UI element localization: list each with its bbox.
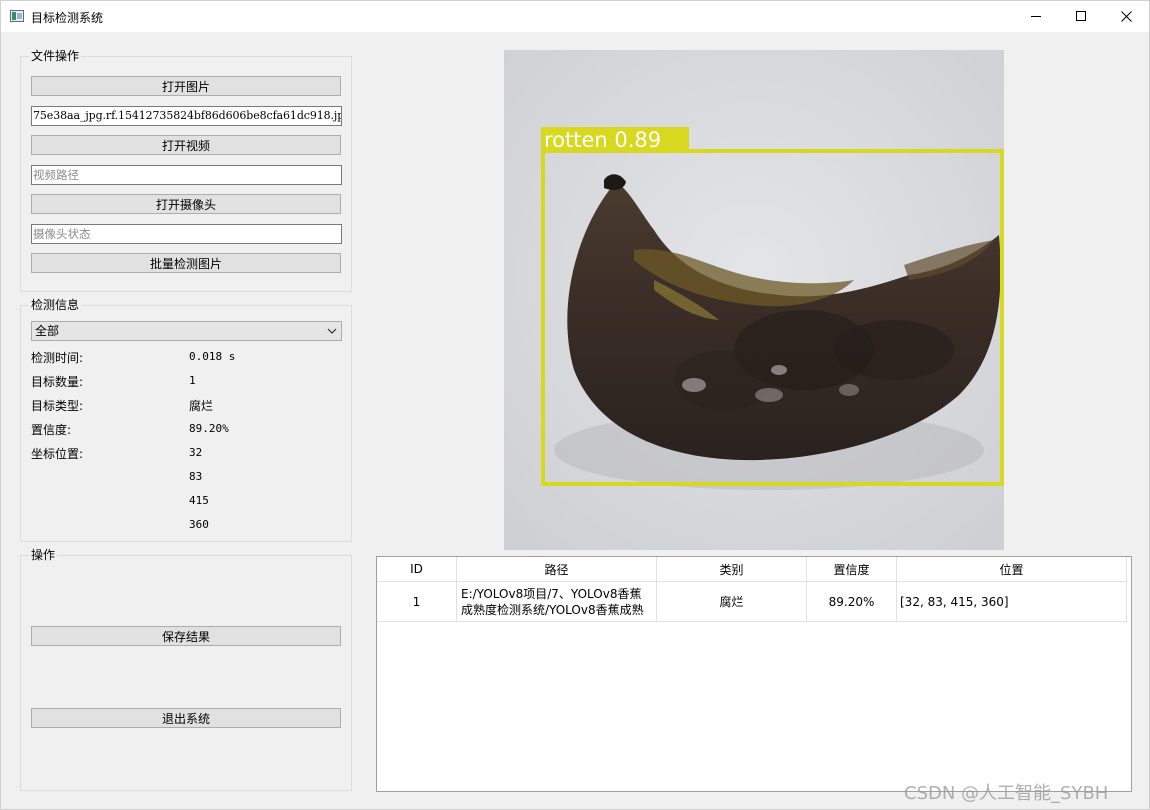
cell-id[interactable]: 1	[377, 582, 457, 622]
column-header-id[interactable]: ID	[377, 557, 457, 582]
image-path-field[interactable]: 75e38aa_jpg.rf.15412735824bf86d606be8cfa…	[31, 106, 342, 126]
cell-confidence[interactable]: 89.20%	[807, 582, 897, 622]
detection-label: rotten 0.89	[544, 128, 661, 152]
maximize-button[interactable]	[1058, 1, 1104, 32]
confidence-label: 置信度:	[31, 423, 72, 437]
confidence-value: 89.20%	[189, 422, 229, 435]
type-label: 目标类型:	[31, 399, 84, 413]
count-label: 目标数量:	[31, 375, 84, 389]
app-icon	[10, 10, 24, 22]
minimize-button[interactable]	[1013, 1, 1059, 32]
type-value: 腐烂	[189, 399, 214, 413]
count-value: 1	[189, 374, 196, 387]
column-header-position[interactable]: 位置	[897, 557, 1127, 582]
cell-path-text: E:/YOLOv8项目/7、YOLOv8香蕉成熟度检测系统/YOLOv8香蕉成熟…	[461, 586, 644, 617]
cell-class[interactable]: 腐烂	[657, 582, 807, 622]
cell-position[interactable]: [32, 83, 415, 360]	[897, 582, 1127, 622]
position-y2: 360	[189, 518, 209, 531]
class-filter-select[interactable]: 全部	[31, 321, 342, 341]
operations-title: 操作	[29, 548, 58, 562]
window-title: 目标检测系统	[31, 11, 104, 25]
position-y1: 83	[189, 470, 203, 483]
file-ops-group: 文件操作 打开图片 75e38aa_jpg.rf.15412735824bf86…	[20, 49, 352, 292]
position-label: 坐标位置:	[31, 447, 84, 461]
camera-status-field[interactable]: 摄像头状态	[31, 224, 342, 244]
file-ops-title: 文件操作	[29, 49, 82, 63]
title-bar: 目标检测系统	[1, 1, 1149, 32]
class-filter-value: 全部	[35, 324, 60, 338]
open-video-button[interactable]: 打开视频	[31, 135, 341, 155]
batch-detect-button[interactable]: 批量检测图片	[31, 253, 341, 273]
results-table[interactable]: ID 路径 类别 置信度 位置 1 E:/YOLOv8项目/7、YOLOv8香蕉…	[376, 556, 1132, 792]
open-image-button[interactable]: 打开图片	[31, 76, 341, 96]
time-label: 检测时间:	[31, 351, 84, 365]
position-x1: 32	[189, 446, 203, 459]
maximize-icon	[1075, 11, 1086, 21]
detect-info-group: 检测信息 全部 检测时间: 0.018 s 目标数量: 1 目标类型: 腐烂 置…	[20, 298, 352, 542]
cell-path[interactable]: E:/YOLOv8项目/7、YOLOv8香蕉成熟度检测系统/YOLOv8香蕉成熟…	[457, 582, 657, 622]
column-header-confidence[interactable]: 置信度	[807, 557, 897, 582]
time-value: 0.018 s	[189, 350, 236, 363]
detection-image: rotten 0.89	[504, 50, 1004, 550]
open-camera-button[interactable]: 打开摄像头	[31, 194, 341, 214]
detect-info-title: 检测信息	[29, 298, 82, 312]
minimize-icon	[1030, 16, 1041, 17]
close-icon	[1120, 11, 1132, 22]
exit-system-button[interactable]: 退出系统	[31, 708, 341, 728]
operations-group: 操作 保存结果 退出系统	[20, 548, 352, 791]
column-header-class[interactable]: 类别	[657, 557, 807, 582]
chevron-down-icon	[327, 328, 337, 334]
banana-image: rotten 0.89	[504, 50, 1004, 550]
watermark: CSDN @人工智能_SYBH	[904, 783, 1109, 804]
close-button[interactable]	[1103, 1, 1149, 32]
main-window: 目标检测系统 文件操作 打开图片 75e38aa_jpg.rf.15412735…	[0, 0, 1150, 810]
save-results-button[interactable]: 保存结果	[31, 626, 341, 646]
video-path-field[interactable]: 视频路径	[31, 165, 342, 185]
column-header-path[interactable]: 路径	[457, 557, 657, 582]
position-x2: 415	[189, 494, 209, 507]
